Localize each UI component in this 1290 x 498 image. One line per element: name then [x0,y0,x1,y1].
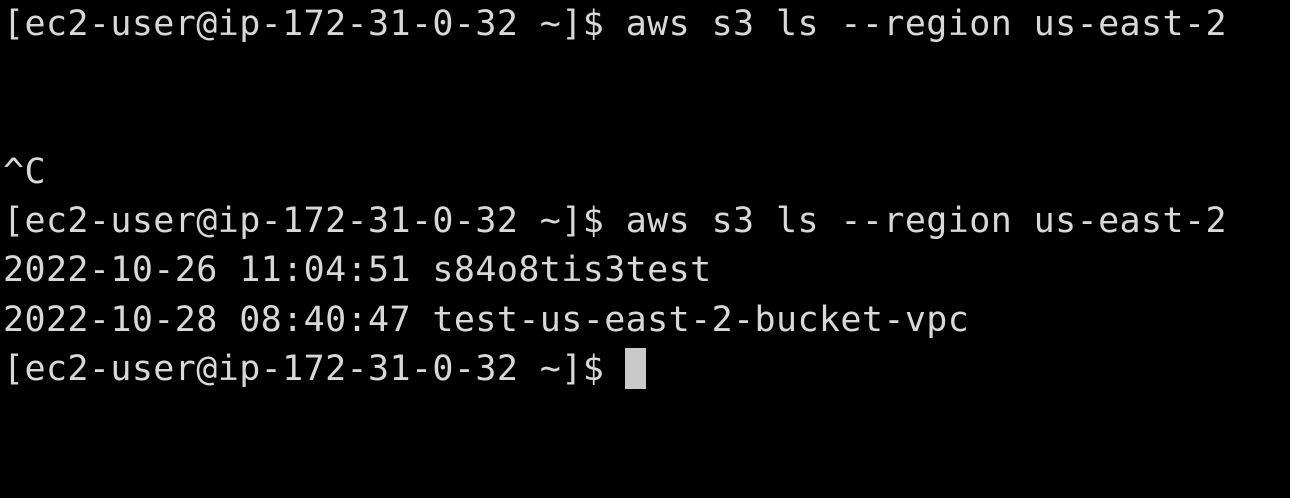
text-cursor [625,347,647,389]
shell-prompt: [ec2-user@ip-172-31-0-32 ~]$ [3,4,605,44]
terminal-line-active-prompt[interactable]: [ec2-user@ip-172-31-0-32 ~]$ [3,345,647,394]
interrupt-text: ^C [3,152,46,192]
terminal-window[interactable]: [ec2-user@ip-172-31-0-32 ~]$ aws s3 ls -… [0,0,1290,498]
shell-prompt: [ec2-user@ip-172-31-0-32 ~]$ [3,349,605,389]
terminal-line-interrupt: ^C [3,148,46,197]
terminal-line-command: [ec2-user@ip-172-31-0-32 ~]$ aws s3 ls -… [3,0,1227,49]
terminal-line-command: [ec2-user@ip-172-31-0-32 ~]$ aws s3 ls -… [3,197,1227,246]
shell-prompt: [ec2-user@ip-172-31-0-32 ~]$ [3,201,605,241]
terminal-output-line: 2022-10-26 11:04:51 s84o8tis3test [3,246,712,295]
bucket-listing-row: 2022-10-26 11:04:51 s84o8tis3test [3,250,712,290]
bucket-listing-row: 2022-10-28 08:40:47 test-us-east-2-bucke… [3,300,970,340]
command-text: aws s3 ls --region us-east-2 [625,4,1227,44]
command-text: aws s3 ls --region us-east-2 [625,201,1227,241]
terminal-output-line: 2022-10-28 08:40:47 test-us-east-2-bucke… [3,296,969,345]
